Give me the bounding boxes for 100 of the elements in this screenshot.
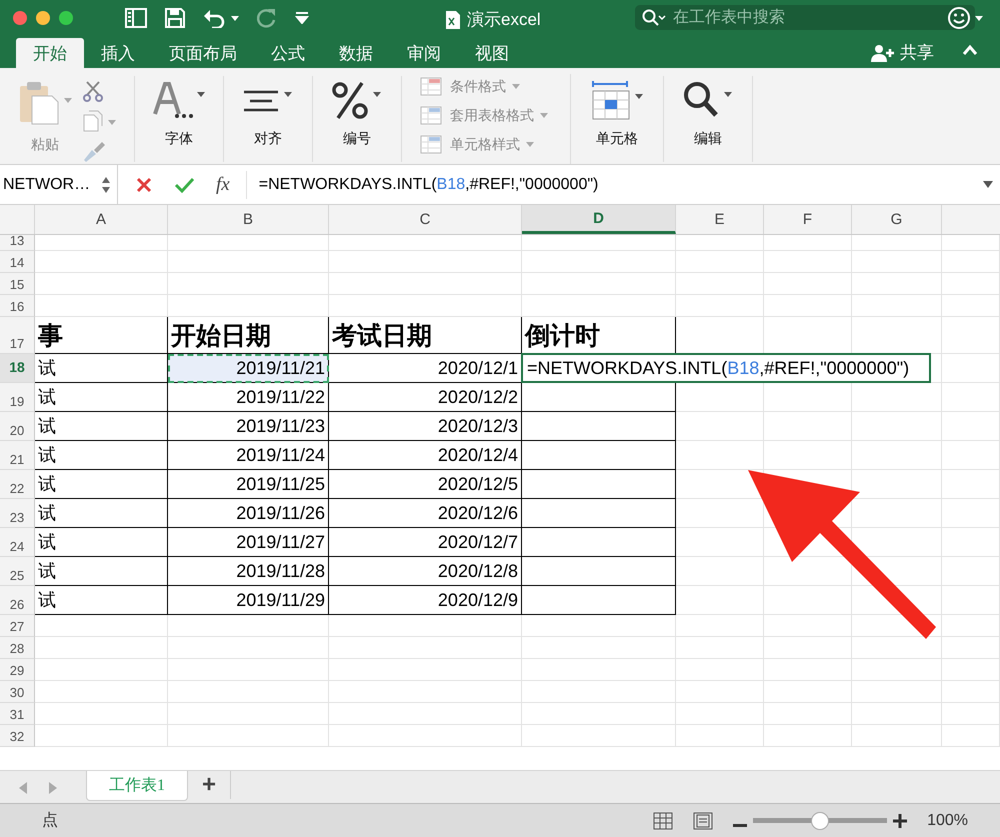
caret-icon xyxy=(526,142,534,148)
row-header[interactable]: 22 xyxy=(0,470,35,499)
sheet-tab[interactable]: 工作表1 xyxy=(86,771,188,801)
column-header[interactable]: F xyxy=(764,205,852,234)
add-sheet-button[interactable]: + xyxy=(188,771,232,799)
table-cell: 试 xyxy=(35,441,168,470)
normal-view-icon[interactable] xyxy=(653,812,674,830)
zoom-button[interactable] xyxy=(59,11,73,25)
row-header[interactable]: 18 xyxy=(0,354,35,383)
insert-function-button[interactable]: fx xyxy=(216,174,230,196)
copy-icon[interactable] xyxy=(82,110,116,132)
column-header[interactable]: E xyxy=(676,205,764,234)
ribbon-button[interactable]: 编辑 xyxy=(682,80,734,148)
table-cell: 试 xyxy=(35,557,168,586)
share-button[interactable]: 共享 xyxy=(865,40,940,65)
row-header[interactable]: 28 xyxy=(0,637,35,659)
table-cell: 2019/11/22 xyxy=(168,383,329,412)
column-header[interactable]: A xyxy=(35,205,168,234)
scissors-icon[interactable] xyxy=(82,80,104,102)
table-cell: 试 xyxy=(35,383,168,412)
ribbon-button[interactable]: 单元格 xyxy=(589,80,645,148)
conditional-format-icon xyxy=(420,77,444,97)
row-header[interactable]: 21 xyxy=(0,441,35,470)
save-icon[interactable] xyxy=(165,8,185,28)
row-header[interactable]: 29 xyxy=(0,659,35,681)
excel-file-icon xyxy=(445,10,461,30)
ribbon-tab[interactable]: 视图 xyxy=(458,38,526,68)
row-header[interactable]: 19 xyxy=(0,383,35,412)
table-cell: 2020/12/2 xyxy=(329,383,522,412)
table-cell xyxy=(942,586,1000,615)
cell-editor[interactable]: =NETWORKDAYS.INTL(B18,#REF!,"0000000") xyxy=(521,353,931,383)
row-header[interactable]: 30 xyxy=(0,681,35,703)
row-header[interactable]: 17 xyxy=(0,317,35,354)
zoom-percentage: 100% xyxy=(927,812,968,830)
ribbon-button[interactable]: 字体 xyxy=(153,80,205,148)
checkmark-icon[interactable] xyxy=(174,176,194,192)
table-cell: 试 xyxy=(35,412,168,441)
table-cell: 2020/12/3 xyxy=(329,412,522,441)
table-cell xyxy=(942,273,1000,295)
ribbon-tab[interactable]: 开始 xyxy=(16,38,84,68)
table-cell xyxy=(942,251,1000,273)
table-cell xyxy=(942,615,1000,637)
cell-style-icon xyxy=(420,135,444,155)
cancel-icon[interactable] xyxy=(136,176,152,192)
cells-icon xyxy=(589,80,645,120)
table-cell: 2020/12/4 xyxy=(329,441,522,470)
formula-field[interactable]: =NETWORKDAYS.INTL(B18,#REF!,"0000000") xyxy=(246,176,982,194)
row-header[interactable]: 14 xyxy=(0,251,35,273)
table-cell: 考试日期 xyxy=(329,317,522,354)
undo-icon[interactable] xyxy=(203,8,239,28)
table-cell xyxy=(942,235,1000,251)
table-cell: 2020/12/8 xyxy=(329,557,522,586)
search-field[interactable]: 在工作表中搜索 xyxy=(635,5,975,30)
ribbon-tab[interactable]: 审阅 xyxy=(390,38,458,68)
row-header[interactable]: 15 xyxy=(0,273,35,295)
ribbon-button[interactable]: 对齐 xyxy=(242,80,294,148)
table-cell: 试 xyxy=(35,470,168,499)
table-cell xyxy=(942,703,1000,725)
column-header[interactable]: D xyxy=(522,205,676,234)
smiley-icon[interactable] xyxy=(948,7,984,29)
table-cell: 2019/11/23 xyxy=(168,412,329,441)
row-header[interactable]: 26 xyxy=(0,586,35,615)
ribbon-tab[interactable]: 数据 xyxy=(322,38,390,68)
window-title: 演示excel xyxy=(467,9,541,31)
column-header[interactable]: B xyxy=(168,205,329,234)
row-header[interactable]: 24 xyxy=(0,528,35,557)
redo-icon[interactable] xyxy=(257,8,277,28)
chevron-up-icon[interactable] xyxy=(962,44,978,56)
caret-icon[interactable] xyxy=(295,12,309,24)
table-cell: 2019/11/26 xyxy=(168,499,329,528)
row-header[interactable]: 27 xyxy=(0,615,35,637)
row-header[interactable]: 25 xyxy=(0,557,35,586)
row-header[interactable]: 16 xyxy=(0,295,35,317)
minimize-button[interactable] xyxy=(36,11,50,25)
table-cell xyxy=(942,499,1000,528)
table-cell xyxy=(942,470,1000,499)
clipboard-icon xyxy=(18,80,72,126)
slider-thumb[interactable] xyxy=(811,812,830,830)
table-cell xyxy=(942,681,1000,703)
sidebar-icon[interactable] xyxy=(125,8,147,28)
table-cell xyxy=(942,528,1000,557)
column-header[interactable]: G xyxy=(852,205,942,234)
row-header[interactable]: 23 xyxy=(0,499,35,528)
minus-icon xyxy=(733,824,748,828)
row-header[interactable]: 13 xyxy=(0,235,35,251)
ribbon-tab[interactable]: 插入 xyxy=(84,38,152,68)
expand-caret-icon[interactable] xyxy=(982,180,994,190)
ribbon-button[interactable]: 编号 xyxy=(331,80,383,148)
row-header[interactable]: 20 xyxy=(0,412,35,441)
table-cell xyxy=(942,317,1000,354)
caret-icon xyxy=(512,84,520,90)
row-header[interactable]: 31 xyxy=(0,703,35,725)
table-cell: 试 xyxy=(35,499,168,528)
page-layout-icon[interactable] xyxy=(693,812,714,830)
table-cell xyxy=(942,637,1000,659)
table-cell: 试 xyxy=(35,528,168,557)
ribbon-tab[interactable]: 公式 xyxy=(254,38,322,68)
table-cell: 2019/11/29 xyxy=(168,586,329,615)
ribbon-tab[interactable]: 页面布局 xyxy=(152,38,254,68)
row-header[interactable]: 32 xyxy=(0,725,35,747)
